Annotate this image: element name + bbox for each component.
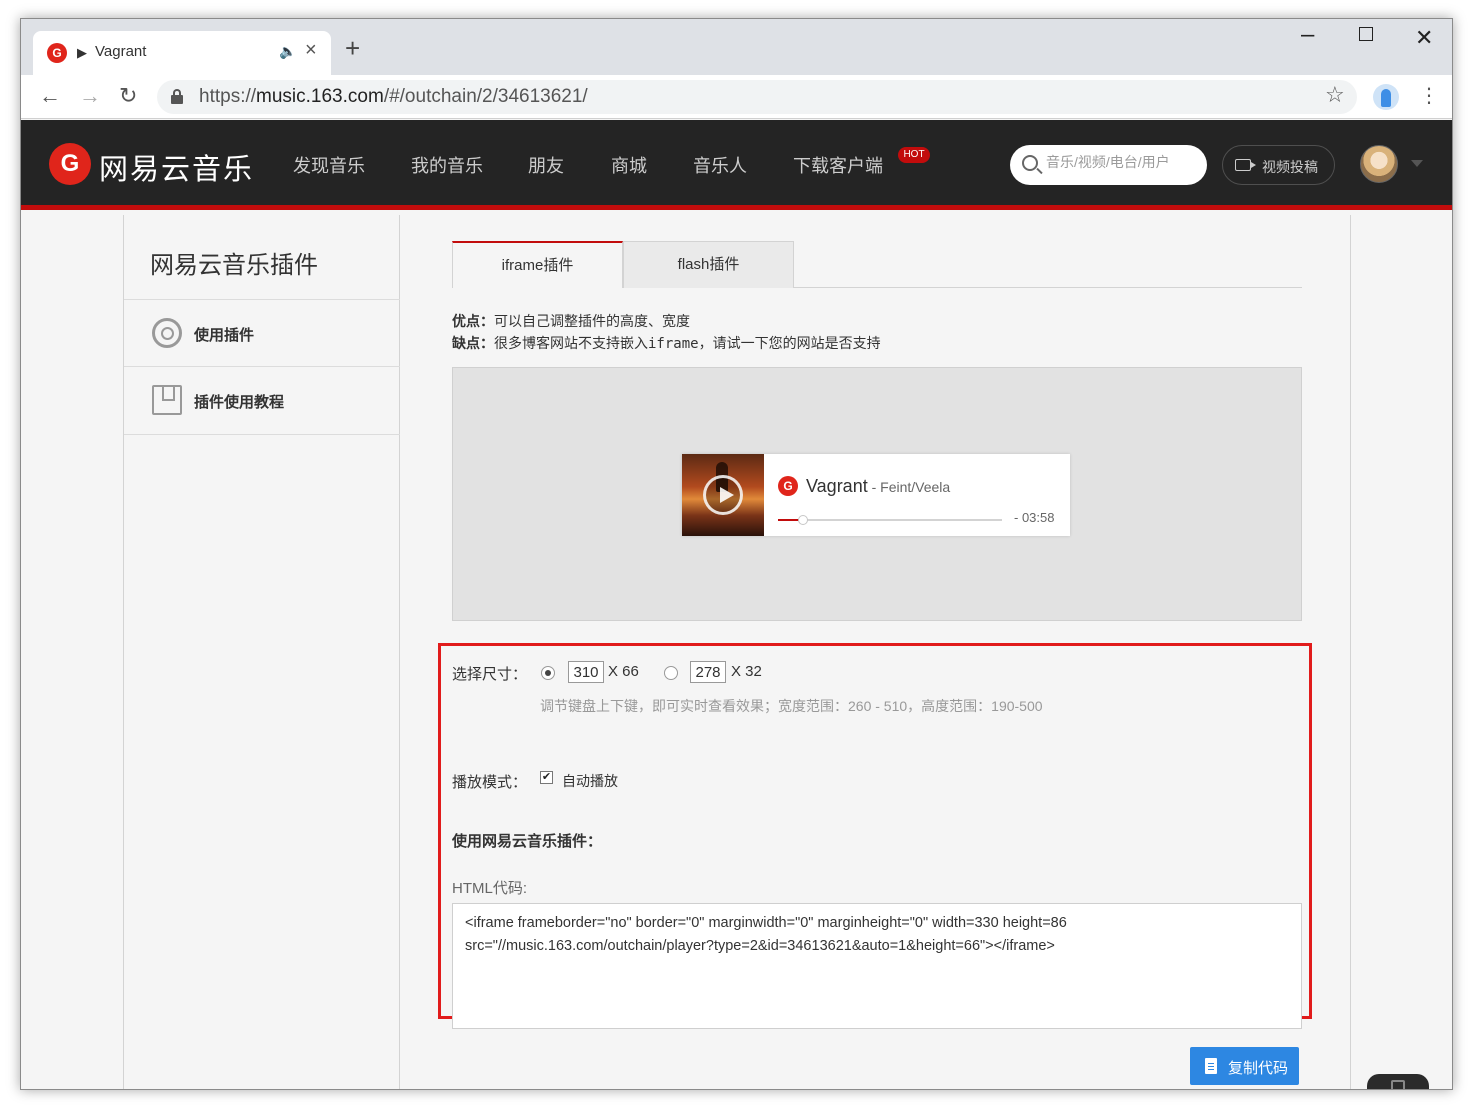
use-plugin-heading: 使用网易云音乐插件： bbox=[452, 833, 603, 850]
height-large: X 66 bbox=[608, 663, 639, 680]
plugin-tabs: iframe插件 flash插件 bbox=[452, 241, 1302, 288]
user-avatar[interactable] bbox=[1360, 145, 1398, 183]
sidebar: 网易云音乐插件 使用插件 插件使用教程 bbox=[124, 215, 400, 1089]
gear-icon bbox=[152, 318, 182, 348]
book-icon bbox=[152, 385, 182, 415]
tab-close-icon[interactable]: × bbox=[305, 39, 317, 62]
reload-icon[interactable]: ↻ bbox=[119, 83, 137, 109]
album-cover bbox=[682, 454, 764, 536]
lock-toggle-icon[interactable] bbox=[1367, 1074, 1429, 1089]
hot-badge: HOT bbox=[898, 147, 930, 163]
tab-strip: G ▶ Vagrant 🔈 × + – ✕ bbox=[21, 19, 1452, 75]
size-small-radio[interactable] bbox=[664, 666, 678, 680]
autoplay-label[interactable]: 自动播放 bbox=[562, 771, 618, 791]
browser-window: G ▶ Vagrant 🔈 × + – ✕ ← → ↻ https://musi… bbox=[20, 18, 1453, 1090]
copy-code-button[interactable]: 复制代码 bbox=[1190, 1047, 1299, 1085]
sidebar-item-tutorial[interactable]: 插件使用教程 bbox=[124, 367, 400, 433]
tab-iframe-plugin[interactable]: iframe插件 bbox=[452, 241, 623, 288]
tab-flash-plugin[interactable]: flash插件 bbox=[623, 241, 794, 288]
width-input-large[interactable] bbox=[568, 661, 604, 683]
play-icon[interactable] bbox=[703, 475, 743, 515]
nav-my-music[interactable]: 我的音乐 bbox=[411, 152, 483, 178]
site-header: G 网易云音乐 发现音乐 我的音乐 朋友 商城 音乐人 下载客户端 HOT 视频… bbox=[21, 120, 1452, 210]
pros-cons-text: 优点：可以自己调整插件的高度、宽度 缺点：很多博客网站不支持嵌入iframe，请… bbox=[452, 311, 881, 355]
site-logo-text[interactable]: 网易云音乐 bbox=[99, 146, 254, 188]
nav-download-client[interactable]: 下载客户端 bbox=[793, 152, 883, 178]
nav-discover[interactable]: 发现音乐 bbox=[293, 152, 365, 178]
bookmark-star-icon[interactable]: ☆ bbox=[1325, 82, 1345, 108]
cons-label: 缺点： bbox=[452, 336, 494, 352]
player-preview-area: G Vagrant - Feint/Veela - 03:58 bbox=[452, 367, 1302, 621]
song-title: Vagrant bbox=[806, 476, 868, 496]
nav-musicians[interactable]: 音乐人 bbox=[693, 152, 747, 178]
html-code-label: HTML代码: bbox=[452, 880, 528, 897]
divider bbox=[124, 434, 400, 435]
maximize-icon[interactable] bbox=[1359, 27, 1373, 41]
copy-icon bbox=[1205, 1058, 1217, 1074]
window-close-icon[interactable]: ✕ bbox=[1415, 25, 1433, 51]
music-player-widget: G Vagrant - Feint/Veela - 03:58 bbox=[682, 454, 1070, 536]
cons-text: 很多博客网站不支持嵌入iframe，请试一下您的网站是否支持 bbox=[494, 336, 881, 352]
height-small: X 32 bbox=[731, 663, 762, 680]
sidebar-item-use-plugin[interactable]: 使用插件 bbox=[124, 300, 400, 366]
search-icon bbox=[1022, 155, 1038, 171]
speaker-icon[interactable]: 🔈 bbox=[279, 43, 296, 60]
duration: - 03:58 bbox=[1014, 510, 1055, 525]
tab-title: Vagrant bbox=[95, 43, 147, 60]
netease-logo-icon[interactable]: G bbox=[49, 143, 91, 185]
netease-logo-icon: G bbox=[778, 476, 798, 496]
address-bar: ← → ↻ https://music.163.com/#/outchain/2… bbox=[21, 75, 1452, 119]
profile-avatar-icon[interactable] bbox=[1373, 84, 1399, 110]
size-label: 选择尺寸： bbox=[452, 666, 528, 683]
song-artist: - Feint/Veela bbox=[867, 479, 951, 495]
video-upload-button[interactable]: 视频投稿 bbox=[1222, 145, 1335, 185]
url-field[interactable]: https://music.163.com/#/outchain/2/34613… bbox=[157, 80, 1357, 114]
width-input-small[interactable] bbox=[690, 661, 726, 683]
nav-friends[interactable]: 朋友 bbox=[528, 152, 564, 178]
browser-tab[interactable]: G ▶ Vagrant 🔈 × bbox=[33, 31, 331, 75]
browser-menu-icon[interactable]: ⋮ bbox=[1419, 83, 1439, 108]
song-info: Vagrant - Feint/Veela bbox=[806, 476, 950, 497]
sidebar-item-label: 插件使用教程 bbox=[194, 394, 285, 411]
forward-arrow-icon[interactable]: → bbox=[79, 83, 101, 109]
size-large-radio[interactable] bbox=[541, 666, 555, 680]
video-upload-label: 视频投稿 bbox=[1262, 159, 1318, 175]
autoplay-checkbox[interactable]: ✔ bbox=[540, 771, 553, 784]
search-box[interactable] bbox=[1010, 145, 1207, 185]
netease-music-favicon-icon: G bbox=[47, 43, 67, 63]
copy-code-label: 复制代码 bbox=[1228, 1060, 1289, 1077]
nav-store[interactable]: 商城 bbox=[611, 152, 647, 178]
minimize-icon[interactable]: – bbox=[1301, 21, 1314, 49]
pros-text: 可以自己调整插件的高度、宽度 bbox=[494, 314, 690, 330]
pros-label: 优点： bbox=[452, 314, 494, 330]
lock-icon[interactable] bbox=[171, 89, 183, 104]
search-input[interactable] bbox=[1046, 154, 1196, 170]
video-camera-icon bbox=[1235, 159, 1256, 171]
page-body: 网易云音乐插件 使用插件 插件使用教程 iframe插件 flash插件 优点：… bbox=[123, 215, 1352, 1089]
sidebar-item-label: 使用插件 bbox=[194, 327, 255, 344]
html-code-field[interactable]: <iframe frameborder="no" border="0" marg… bbox=[452, 903, 1302, 1029]
chevron-down-icon[interactable] bbox=[1411, 160, 1423, 167]
main-content: iframe插件 flash插件 优点：可以自己调整插件的高度、宽度 缺点：很多… bbox=[400, 215, 1352, 1089]
back-arrow-icon[interactable]: ← bbox=[39, 83, 61, 109]
new-tab-button[interactable]: + bbox=[345, 33, 360, 64]
play-mode-label: 播放模式： bbox=[452, 774, 528, 791]
url-text: https://music.163.com/#/outchain/2/34613… bbox=[199, 86, 588, 107]
size-hint: 调节键盘上下键，即可实时查看效果；宽度范围：260 - 510，高度范围：190… bbox=[540, 698, 1043, 714]
progress-knob[interactable] bbox=[797, 515, 808, 525]
progress-bar[interactable] bbox=[778, 515, 1002, 525]
tab-play-icon: ▶ bbox=[77, 45, 87, 60]
sidebar-title: 网易云音乐插件 bbox=[150, 252, 318, 279]
